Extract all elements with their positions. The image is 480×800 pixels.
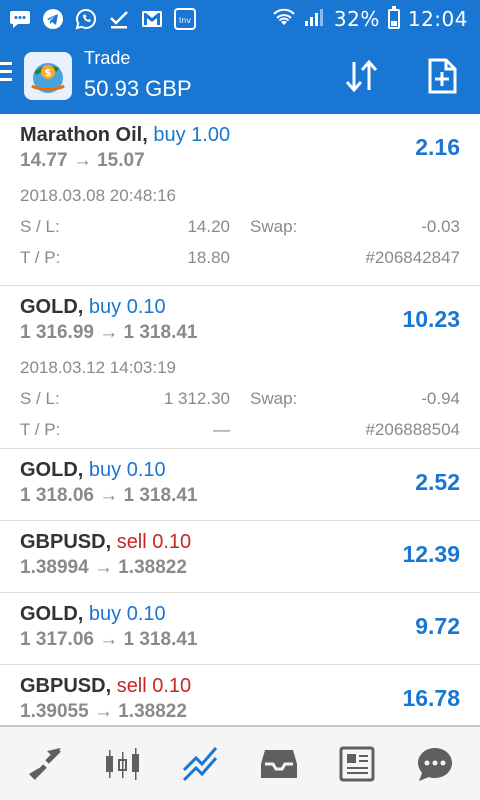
- nav-news[interactable]: [327, 734, 387, 794]
- position-type: buy 0.10: [88, 459, 166, 481]
- swap-label: Swap:: [250, 389, 298, 408]
- position-symbol: GBPUSD,: [20, 675, 112, 697]
- position-title: GBPUSD, sell 0.10: [20, 675, 191, 698]
- signal-icon: [304, 7, 326, 32]
- battery-icon: [387, 6, 400, 29]
- position-title: GOLD, buy 0.10: [20, 459, 166, 482]
- position-open-time: 2018.03.12 14:03:19: [20, 358, 176, 377]
- nav-inbox[interactable]: [249, 734, 309, 794]
- candlestick-chart-icon: [106, 747, 139, 780]
- new-order-icon: [428, 58, 457, 94]
- position-row[interactable]: GOLD, buy 0.10 1 316.99 → 1 318.41 10.23…: [0, 286, 480, 449]
- swap-value: -0.94: [421, 389, 460, 408]
- position-symbol: GOLD,: [20, 296, 84, 318]
- position-type: buy 0.10: [88, 296, 166, 318]
- chat-bubble-icon: [8, 8, 32, 30]
- position-profit: 2.16: [415, 134, 460, 160]
- nav-quotes[interactable]: [15, 734, 75, 794]
- position-profit: 10.23: [402, 306, 460, 332]
- position-prices: 1.39055 → 1.38822: [20, 701, 187, 722]
- stop-loss-value: 14.20: [187, 217, 230, 236]
- position-symbol: Marathon Oil,: [20, 124, 148, 146]
- position-row[interactable]: GOLD, buy 0.10 1 318.06 → 1 318.41 2.52: [0, 449, 480, 521]
- notification-icons: Inv: [8, 8, 197, 30]
- system-indicators: 32% 12:04: [272, 6, 468, 32]
- position-symbol: GOLD,: [20, 459, 84, 481]
- ticket-number: #206842847: [365, 248, 460, 267]
- position-prices: 1 316.99 → 1 318.41: [20, 322, 198, 343]
- sort-icon: [345, 59, 378, 93]
- chat-icon: [418, 747, 452, 781]
- telegram-icon: [41, 8, 65, 30]
- nav-trade[interactable]: [171, 734, 231, 794]
- position-type: sell 0.10: [116, 531, 192, 553]
- position-title: GBPUSD, sell 0.10: [20, 531, 191, 554]
- whatsapp-icon: [74, 8, 98, 30]
- position-type: buy 1.00: [153, 124, 231, 146]
- news-icon: [339, 746, 375, 781]
- nav-chart[interactable]: [93, 734, 153, 794]
- trade-chart-icon: [182, 746, 218, 781]
- position-profit: 12.39: [402, 541, 460, 567]
- position-type: sell 0.10: [116, 675, 192, 697]
- position-profit: 9.72: [415, 613, 460, 639]
- page-title: Trade: [84, 48, 131, 68]
- nav-chat[interactable]: [405, 734, 465, 794]
- position-prices: 1 318.06 → 1 318.41: [20, 485, 198, 506]
- position-row[interactable]: Marathon Oil, buy 1.00 14.77 → 15.07 2.1…: [0, 114, 480, 286]
- bottom-navigation: [0, 725, 480, 800]
- gmail-icon: [140, 8, 164, 30]
- inbox-icon: [261, 749, 297, 778]
- wifi-icon: [272, 7, 296, 32]
- app-bar: $ Trade 50.93 GBP: [0, 38, 480, 114]
- position-profit: 16.78: [402, 685, 460, 711]
- position-prices: 1 317.06 → 1 318.41: [20, 629, 198, 650]
- position-open-time: 2018.03.08 20:48:16: [20, 186, 176, 205]
- battery-percent: 32%: [333, 7, 380, 31]
- clock: 12:04: [407, 7, 468, 31]
- take-profit-value: —: [213, 420, 230, 439]
- swap-value: -0.03: [421, 217, 460, 236]
- position-prices: 14.77 → 15.07: [20, 150, 145, 171]
- position-profit: 2.52: [415, 469, 460, 495]
- position-symbol: GBPUSD,: [20, 531, 112, 553]
- svg-text:$: $: [45, 68, 52, 79]
- sort-button[interactable]: [338, 54, 386, 98]
- app-logo[interactable]: $: [24, 52, 72, 100]
- take-profit-label: T / P:: [20, 248, 61, 267]
- investing-icon: Inv: [173, 8, 197, 30]
- take-profit-label: T / P:: [20, 420, 61, 439]
- menu-icon[interactable]: [0, 62, 14, 82]
- stop-loss-value: 1 312.30: [163, 389, 230, 408]
- position-type: buy 0.10: [88, 603, 166, 625]
- take-profit-value: 18.80: [187, 248, 230, 267]
- check-icon: [107, 8, 131, 30]
- ticket-number: #206888504: [365, 420, 460, 439]
- quotes-arrows-icon: [29, 747, 61, 780]
- position-title: GOLD, buy 0.10: [20, 296, 166, 319]
- positions-list: Marathon Oil, buy 1.00 14.77 → 15.07 2.1…: [0, 114, 480, 737]
- position-title: Marathon Oil, buy 1.00: [20, 124, 230, 147]
- status-bar: Inv 32% 12:04: [0, 0, 480, 38]
- position-row[interactable]: GBPUSD, sell 0.10 1.38994 → 1.38822 12.3…: [0, 521, 480, 593]
- svg-text:Inv: Inv: [179, 16, 191, 25]
- position-prices: 1.38994 → 1.38822: [20, 557, 187, 578]
- swap-label: Swap:: [250, 217, 298, 236]
- account-balance: 50.93 GBP: [84, 76, 192, 101]
- stop-loss-label: S / L:: [20, 217, 60, 236]
- stop-loss-label: S / L:: [20, 389, 60, 408]
- position-row[interactable]: GOLD, buy 0.10 1 317.06 → 1 318.41 9.72: [0, 593, 480, 665]
- new-order-button[interactable]: [418, 54, 466, 98]
- position-title: GOLD, buy 0.10: [20, 603, 166, 626]
- position-symbol: GOLD,: [20, 603, 84, 625]
